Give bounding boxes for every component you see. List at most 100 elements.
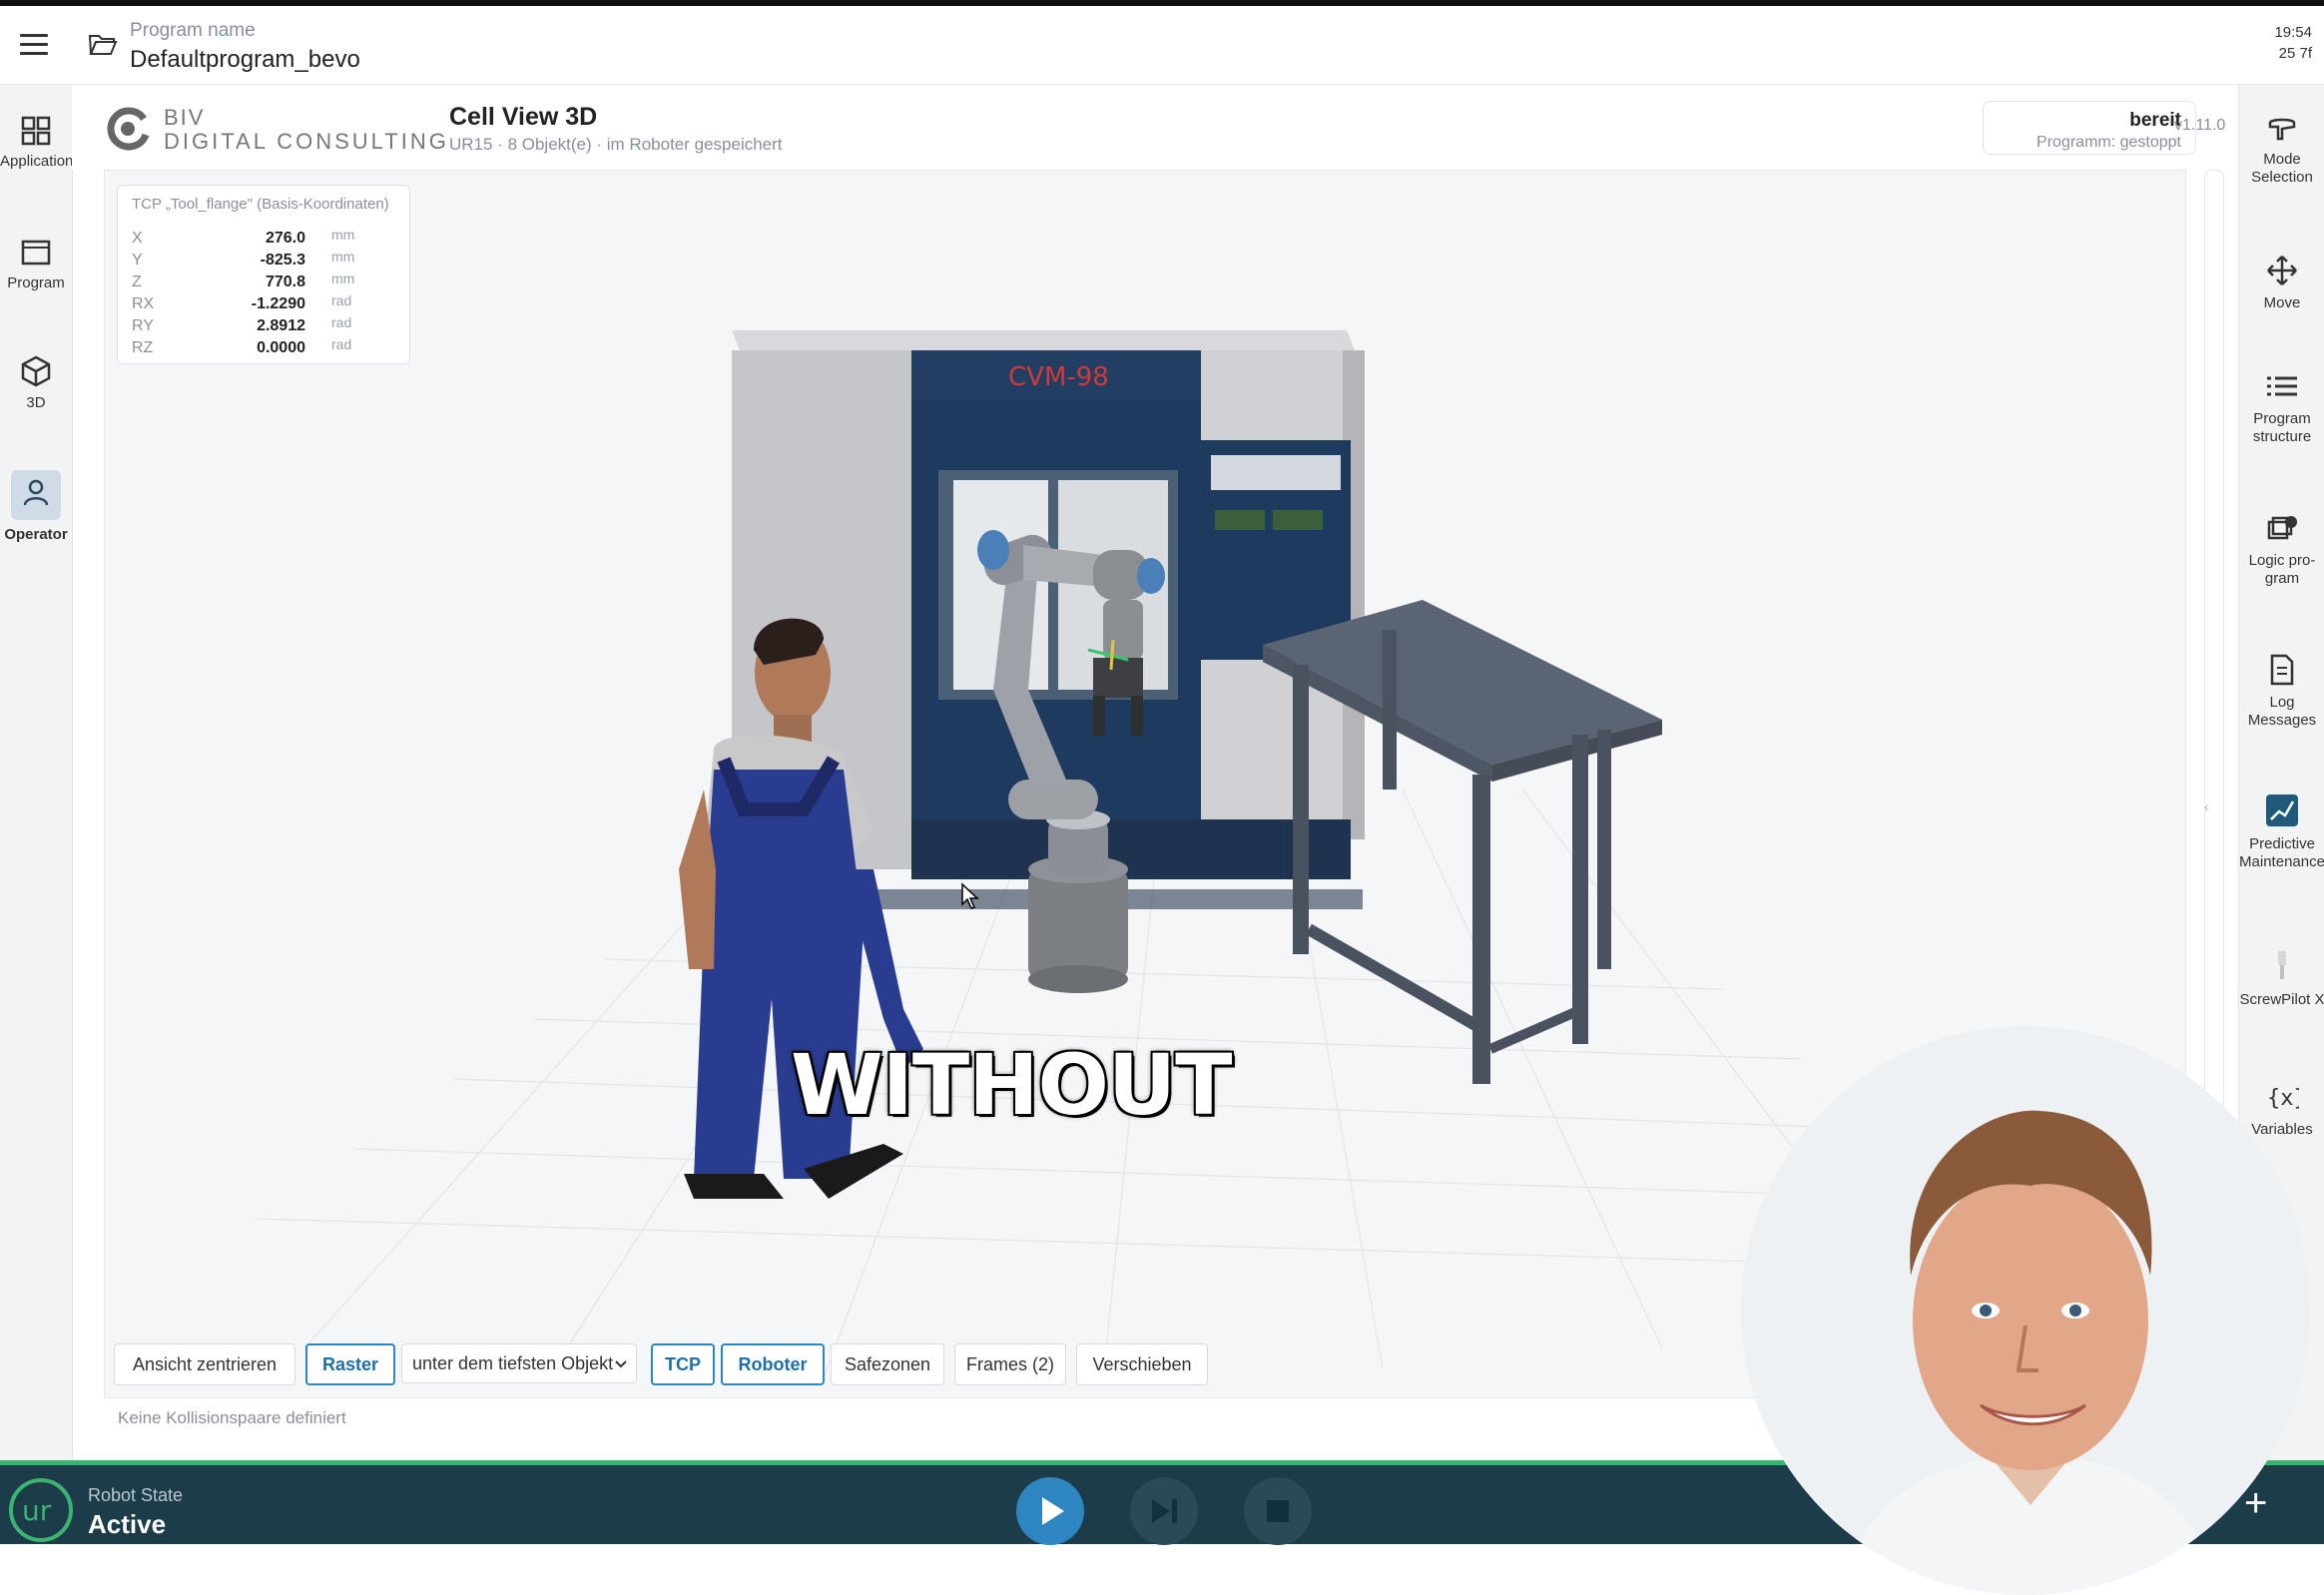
tcp-row: RY 2.8912 rad (132, 314, 401, 339)
robot-state-label: Robot State (88, 1485, 184, 1505)
nav-application-label: Application (0, 153, 74, 170)
program-name-label: Program name (130, 20, 256, 41)
nav-program[interactable]: Program (0, 237, 72, 291)
machine-label-text: CVM-98 (1008, 362, 1109, 392)
tcp-unit: mm (331, 270, 355, 286)
nav-application[interactable]: Application (0, 115, 74, 170)
tcp-toggle-button[interactable]: TCP (651, 1343, 715, 1385)
version-label: v1.11.0 (2174, 117, 2226, 134)
nav-log-messages[interactable]: Log Messages (2239, 654, 2324, 730)
move-arrows-icon (2267, 256, 2297, 285)
nav-3d[interactable]: 3D (0, 354, 72, 411)
clock: 19:54 25 7f (2274, 22, 2312, 64)
nav-log-messages-label: Log Messages (2247, 694, 2317, 729)
stop-icon (1267, 1500, 1289, 1522)
clock-time: 19:54 (2274, 24, 2312, 41)
braces-icon: {x} (2267, 1086, 2299, 1111)
nav-variables-label: Variables (2251, 1121, 2313, 1138)
tcp-row: X 276.0 mm (132, 227, 401, 252)
collapse-panel-icon[interactable]: ‹ (2204, 798, 2209, 814)
center-view-button[interactable]: Ansicht zentrieren (114, 1343, 295, 1385)
nav-logic-program[interactable]: Logic pro-gram (2239, 514, 2324, 588)
nav-operator-label: Operator (4, 526, 68, 543)
biv-logo-icon (107, 107, 150, 151)
nav-mode-selection[interactable]: Mode Selection (2239, 115, 2324, 187)
nav-predictive-maintenance[interactable]: Predictive Maintenance (2239, 794, 2324, 871)
stop-button[interactable] (1244, 1477, 1312, 1545)
presenter-video-overlay (1741, 1026, 2310, 1595)
frames-button[interactable]: Frames (2) (954, 1343, 1066, 1385)
collision-status-text: Keine Kollisionspaare definiert (118, 1408, 346, 1427)
nav-move[interactable]: Move (2239, 255, 2324, 312)
nav-program-structure-label: Program structure (2252, 410, 2312, 445)
tcp-unit: rad (331, 336, 352, 352)
tcp-panel-title: TCP „Tool_flange" (Basis-Koordinaten) (132, 196, 389, 213)
nav-program-structure[interactable]: Program structure (2239, 374, 2324, 446)
grid-position-select[interactable]: unter dem tiefsten Objekt (401, 1343, 637, 1383)
tcp-value: 276.0 (265, 230, 305, 247)
logic-icon (2267, 516, 2297, 540)
page-title: Cell View 3D (449, 103, 598, 131)
folder-open-icon[interactable] (88, 32, 118, 58)
grid-position-value: unter dem tiefsten Objekt (412, 1352, 614, 1373)
nav-logic-program-label: Logic pro-gram (2248, 552, 2316, 587)
nav-screwpilot-label: ScrewPilot X (2239, 991, 2324, 1008)
status-subtext: Programm: gestoppt (2036, 134, 2181, 151)
move-objects-button[interactable]: Verschieben (1076, 1343, 1208, 1385)
logo-text-biv: BIV (164, 105, 206, 130)
program-name[interactable]: Defaultprogram_bevo (130, 46, 360, 74)
tcp-row: Y -825.3 mm (132, 249, 401, 273)
step-button[interactable] (1130, 1477, 1198, 1545)
person-icon (23, 479, 49, 506)
chevron-down-icon (615, 1360, 627, 1368)
presenter-portrait (1741, 1026, 2310, 1595)
document-icon (2270, 654, 2294, 686)
view-header: BIV DIGITAL CONSULTING Cell View 3D UR15… (72, 85, 2238, 170)
nav-predictive-maintenance-label: Predictive Maintenance (2239, 835, 2324, 870)
window-icon (21, 240, 51, 266)
nav-screwpilot[interactable]: ScrewPilot X (2239, 949, 2324, 1009)
nav-move-label: Move (2263, 294, 2301, 311)
left-navigation: Application Program 3D Operator (0, 85, 73, 1462)
nav-mode-selection-label: Mode Selection (2251, 151, 2313, 186)
nav-operator[interactable]: Operator (0, 470, 72, 543)
robot-state-value: Active (88, 1509, 167, 1539)
robot-toggle-button[interactable]: Roboter (721, 1343, 825, 1385)
chart-icon (2266, 795, 2298, 826)
nav-program-label: Program (7, 274, 65, 291)
tcp-row: Z 770.8 mm (132, 270, 401, 295)
tcp-value: 2.8912 (257, 317, 305, 334)
top-bar: Program name Defaultprogram_bevo 19:54 2… (0, 6, 2324, 85)
tcp-key: RY (132, 317, 154, 334)
tcp-value: -825.3 (260, 252, 305, 268)
play-icon (1042, 1497, 1064, 1525)
status-badge: bereit Programm: gestoppt (1983, 101, 2196, 155)
nav-variables[interactable]: {x} Variables (2239, 1083, 2324, 1139)
tcp-unit: rad (331, 314, 352, 330)
tcp-unit: mm (331, 227, 355, 243)
grid-icon (21, 116, 51, 146)
tcp-panel: TCP „Tool_flange" (Basis-Koordinaten) X 2… (117, 185, 410, 364)
page-subtitle: UR15 · 8 Objekt(e) · im Roboter gespeich… (449, 135, 783, 154)
screwdriver-icon (2278, 951, 2286, 979)
tcp-value: 770.8 (265, 273, 305, 290)
safezones-button[interactable]: Safezonen (831, 1343, 944, 1385)
menu-icon[interactable] (20, 34, 48, 56)
step-forward-icon (1152, 1499, 1177, 1523)
hand-pointer-icon (2268, 118, 2296, 141)
svg-text:{x}: {x} (2267, 1086, 2299, 1111)
logo-text-dc: DIGITAL CONSULTING (164, 129, 449, 154)
video-caption: WITHOUT (791, 1036, 1232, 1134)
cube-icon (21, 355, 51, 387)
clock-date: 25 7f (2278, 45, 2312, 62)
svg-text:ur: ur (22, 1494, 52, 1527)
tcp-row: RZ 0.0000 rad (132, 336, 401, 361)
mouse-cursor-icon (961, 882, 979, 909)
tcp-key: Z (132, 273, 142, 290)
tcp-key: RX (132, 295, 155, 312)
tcp-row: RX -1.2290 rad (132, 292, 401, 317)
tcp-key: X (132, 230, 143, 247)
grid-toggle-button[interactable]: Raster (305, 1343, 395, 1385)
play-button[interactable] (1016, 1477, 1084, 1545)
tcp-key: RZ (132, 339, 154, 356)
